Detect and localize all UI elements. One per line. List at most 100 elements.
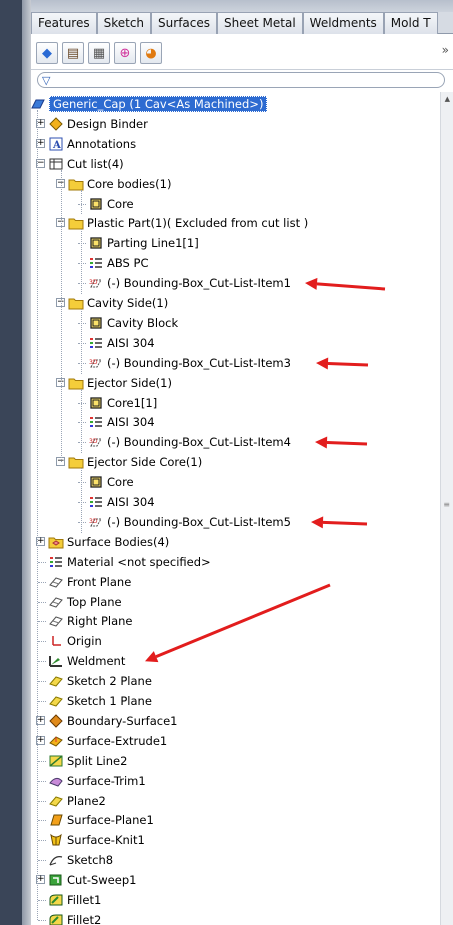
tab-sketch[interactable]: Sketch [96,12,152,34]
tree-item-label: Weldment [67,654,126,669]
tree-item-label: Generic_Cap (1 Cav<As Machined>) [49,96,268,112]
tree-item[interactable]: Fillet1 [48,890,101,910]
tree-item[interactable]: Weldment [48,651,125,671]
command-manager-tabs: Features Sketch Surfaces Sheet Metal Weldmen… [31,12,453,34]
tree-item-label: Plane2 [67,793,106,808]
tree-item[interactable]: Surface-Trim1 [48,771,146,791]
tree-item[interactable]: Surface-Extrude1 [48,731,167,751]
tree-item[interactable]: Cut-Sweep1 [48,870,136,890]
tree-item[interactable]: Origin [48,631,102,651]
panel-splitter[interactable] [22,0,31,925]
design-binder-icon [48,116,64,132]
tree-item[interactable]: Top Plane [48,592,122,612]
tab-mold-t[interactable]: Mold T [383,12,438,34]
tree-item[interactable]: 3D (-) Bounding-Box_Cut-List-Item3 [88,353,291,373]
tree-item[interactable]: Sketch 2 Plane [48,671,152,691]
scroll-grip-icon[interactable]: ≡ [443,500,450,509]
tree-item-label: ABS PC [107,256,149,271]
tree-item[interactable]: Core1[1] [88,393,157,413]
tree-item[interactable]: AISI 304 [88,412,155,432]
fillet-icon [48,912,64,925]
surface-plane-icon [48,812,64,828]
tree-item[interactable]: Design Binder [48,114,148,134]
tree-item-label: Parting Line1[1] [107,236,199,251]
tree-item[interactable]: Fillet2 [48,910,101,925]
tab-surfaces[interactable]: Surfaces [151,12,218,34]
tree-item[interactable]: Parting Line1[1] [88,233,199,253]
folder-icon [68,176,84,192]
tree-item[interactable]: Surface-Knit1 [48,830,145,850]
tree-connector [78,442,86,444]
property-manager-icon[interactable]: ▤ [62,42,84,64]
tree-connector [78,521,86,523]
tree-connector [80,189,82,215]
tree-item-label: Front Plane [67,574,132,589]
tree-item-label: Surface Bodies(4) [67,534,170,549]
tree-connector [38,860,46,862]
tree-item[interactable]: 3D (-) Bounding-Box_Cut-List-Item1 [88,273,291,293]
tree-item[interactable]: Ejector Side Core(1) [68,452,202,472]
tree-item[interactable]: Split Line2 [48,751,127,771]
tree-item[interactable]: Boundary-Surface1 [48,711,177,731]
tree-item[interactable]: Plastic Part(1)( Excluded from cut list … [68,213,308,233]
tree-item[interactable]: Sketch 1 Plane [48,691,152,711]
origin-icon [48,633,64,649]
surface-bodies-icon [48,534,64,550]
tree-item[interactable]: A Annotations [48,134,136,154]
tree-item[interactable]: AISI 304 [88,333,155,353]
tree-item[interactable]: Core [88,472,134,492]
tree-connector [38,820,46,822]
material-icon [88,414,104,430]
tree-item[interactable]: Surface-Plane1 [48,810,154,830]
tree-item[interactable]: Cavity Side(1) [68,293,168,313]
tree-item[interactable]: Material <not specified> [48,552,211,572]
tree-item-label: Plastic Part(1)( Excluded from cut list … [87,216,309,231]
tab-weldments[interactable]: Weldments [302,12,384,34]
tree-item-label: (-) Bounding-Box_Cut-List-Item4 [107,435,291,450]
command-manager-band [31,0,453,12]
scroll-up-arrow-icon[interactable]: ▲ [445,95,450,103]
boundary-surface-icon [48,713,64,729]
tree-item[interactable]: Right Plane [48,611,132,631]
weldment-icon [48,653,64,669]
tree-connector [38,919,46,921]
tree-item[interactable]: Core [88,194,134,214]
tab-sheet-metal[interactable]: Sheet Metal [217,12,303,34]
display-manager-icon[interactable]: ◕ [140,42,162,64]
tree-item[interactable]: Ejector Side(1) [68,373,172,393]
tree-item[interactable]: 3D (-) Bounding-Box_Cut-List-Item5 [88,512,291,532]
tree-item[interactable]: 3D (-) Bounding-Box_Cut-List-Item4 [88,432,291,452]
feature-filter-input[interactable]: ▽ [37,72,445,88]
left-dock-strip [0,0,22,925]
tree-connector [38,800,46,802]
tree-item[interactable]: Cavity Block [88,313,178,333]
tree-item[interactable]: Cut list(4) [48,154,124,174]
tree-connector [78,263,86,265]
tree-item-label: Cavity Side(1) [87,296,169,310]
tree-item[interactable]: Core bodies(1) [68,174,171,194]
tree-item[interactable]: Plane2 [48,791,106,811]
folder-icon [68,215,84,231]
tree-item[interactable]: Surface Bodies(4) [48,532,169,552]
configuration-manager-icon[interactable]: ▦ [88,42,110,64]
svg-text:3D: 3D [89,279,98,286]
tree-item[interactable]: Front Plane [48,572,131,592]
cut-sweep-icon [48,872,64,888]
tree-item[interactable]: Sketch8 [48,850,113,870]
tree-connector [38,661,46,663]
overflow-chevron-icon[interactable]: » [442,43,449,57]
tree-item[interactable]: ABS PC [88,253,148,273]
tree-item-label: Boundary-Surface1 [67,713,178,728]
tree-connector [78,203,86,205]
tree-item-label: Sketch 2 Plane [67,674,152,689]
dimxpert-icon[interactable]: ⊕ [114,42,136,64]
material-icon [48,554,64,570]
plane-icon [48,574,64,590]
feature-manager-icon[interactable]: ◆ [36,42,58,64]
filter-icon: ▽ [42,74,51,87]
tab-features[interactable]: Features [31,12,97,34]
tree-item[interactable]: AISI 304 [88,492,155,512]
material-icon [88,255,104,271]
tree-root-item[interactable]: Generic_Cap (1 Cav<As Machined>) [30,94,268,114]
plane-icon [48,594,64,610]
